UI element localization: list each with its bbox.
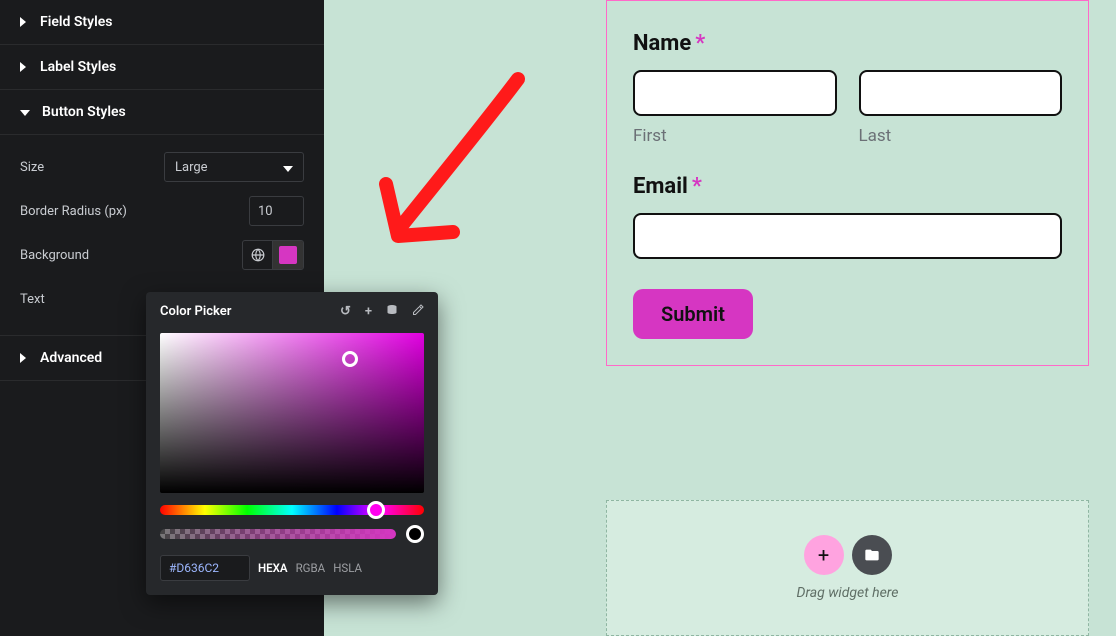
annotation-arrow-icon <box>368 64 538 254</box>
name-label-row: Name * <box>633 31 1062 56</box>
alpha-row <box>160 525 424 543</box>
format-hexa[interactable]: HEXA <box>258 561 288 575</box>
section-label: Label Styles <box>40 59 116 75</box>
dropzone-label: Drag widget here <box>797 585 899 601</box>
undo-icon[interactable]: ↺ <box>340 304 351 319</box>
section-label: Button Styles <box>42 104 126 120</box>
last-name-input[interactable] <box>859 70 1063 116</box>
required-mark: * <box>695 31 705 56</box>
size-select[interactable]: Large <box>164 152 304 182</box>
background-control <box>242 240 304 270</box>
folder-icon <box>864 547 880 563</box>
section-label: Field Styles <box>40 14 112 30</box>
border-radius-input[interactable] <box>249 196 304 226</box>
hue-thumb[interactable] <box>367 501 385 519</box>
size-row: Size Large <box>20 145 304 189</box>
submit-button[interactable]: Submit <box>633 289 753 339</box>
color-picker-header: Color Picker ↺ + <box>146 292 438 331</box>
background-row: Background <box>20 233 304 277</box>
size-value: Large <box>175 160 208 175</box>
first-name-input[interactable] <box>633 70 837 116</box>
plus-icon[interactable]: + <box>365 304 372 319</box>
widget-dropzone[interactable]: + Drag widget here <box>606 500 1089 636</box>
email-input[interactable] <box>633 213 1062 259</box>
caret-down-icon <box>20 110 30 118</box>
color-value-row: HEXA RGBA HSLA <box>146 543 438 595</box>
color-picker-title: Color Picker <box>160 304 231 319</box>
background-swatch <box>279 246 297 264</box>
background-swatch-button[interactable] <box>273 240 303 270</box>
template-library-button[interactable] <box>852 535 892 575</box>
section-button-styles[interactable]: Button Styles <box>0 90 324 135</box>
caret-right-icon <box>20 62 28 72</box>
last-sublabel: Last <box>859 126 1063 146</box>
sv-cursor[interactable] <box>342 351 358 367</box>
plus-icon: + <box>818 543 829 567</box>
chevron-down-icon <box>283 166 293 172</box>
global-color-button[interactable] <box>243 240 273 270</box>
caret-right-icon <box>20 17 28 27</box>
eyedropper-icon[interactable] <box>412 304 424 319</box>
editor-canvas[interactable]: Name * First Last Email * Submit + Drag <box>324 0 1116 636</box>
format-rgba[interactable]: RGBA <box>296 561 326 575</box>
color-picker-popover: Color Picker ↺ + HEXA RGB <box>146 292 438 595</box>
first-sublabel: First <box>633 126 837 146</box>
size-label: Size <box>20 160 164 175</box>
color-picker-toolbar: ↺ + <box>340 304 424 319</box>
format-hsla[interactable]: HSLA <box>333 561 362 575</box>
saturation-value-area[interactable] <box>160 333 424 493</box>
hue-slider[interactable] <box>160 505 424 515</box>
background-label: Background <box>20 248 242 263</box>
border-radius-row: Border Radius (px) <box>20 189 304 233</box>
required-mark: * <box>692 174 702 199</box>
section-label-styles[interactable]: Label Styles <box>0 45 324 90</box>
add-widget-button[interactable]: + <box>804 535 844 575</box>
email-label: Email <box>633 174 688 199</box>
form-widget[interactable]: Name * First Last Email * Submit <box>606 0 1089 366</box>
alpha-thumb[interactable] <box>406 525 424 543</box>
border-radius-label: Border Radius (px) <box>20 204 249 219</box>
stack-icon[interactable] <box>386 304 398 319</box>
name-label: Name <box>633 31 691 56</box>
alpha-slider[interactable] <box>160 529 396 539</box>
hex-input[interactable] <box>160 555 250 581</box>
caret-right-icon <box>20 353 28 363</box>
section-label: Advanced <box>40 350 102 366</box>
section-field-styles[interactable]: Field Styles <box>0 0 324 45</box>
style-sidebar: Field Styles Label Styles Button Styles … <box>0 0 324 636</box>
globe-icon <box>251 248 265 262</box>
